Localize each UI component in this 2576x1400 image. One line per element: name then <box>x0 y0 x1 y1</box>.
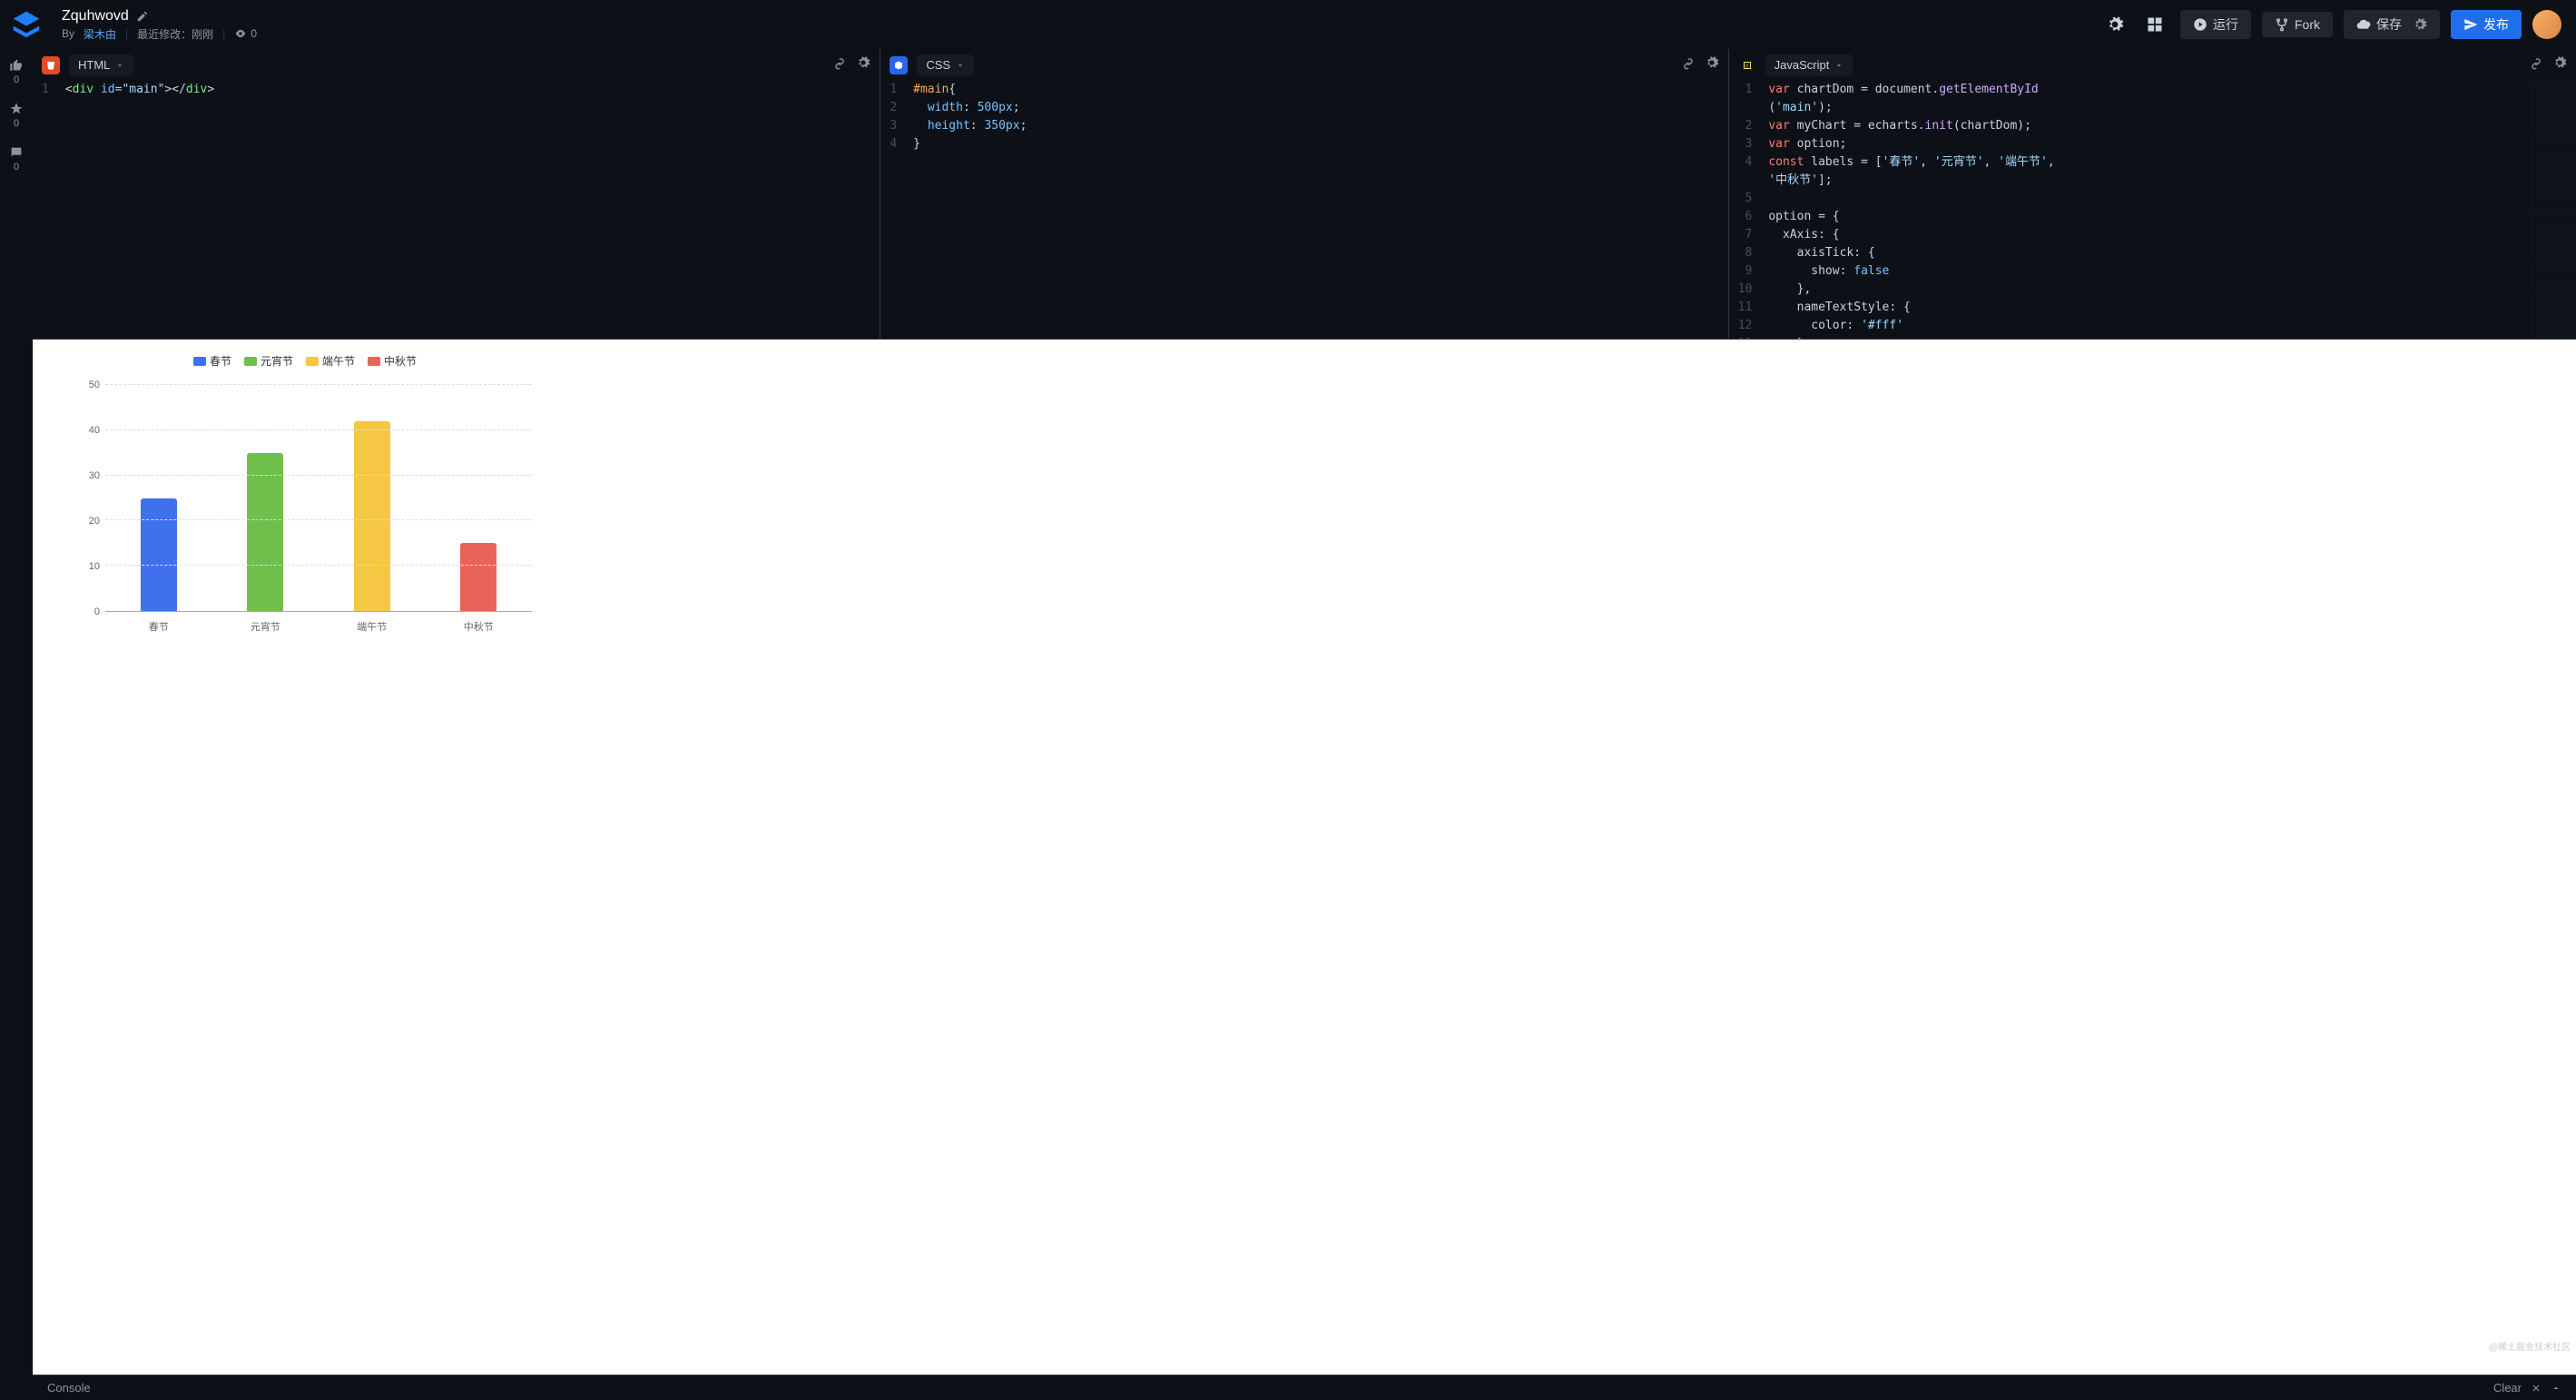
svg-text:{}: {} <box>1745 64 1749 69</box>
cloud-icon <box>2356 17 2371 32</box>
run-icon <box>2193 17 2207 32</box>
legend-item[interactable]: 春节 <box>193 353 231 369</box>
clear-button[interactable]: Clear <box>2493 1381 2522 1395</box>
css-icon <box>890 56 908 74</box>
js-editor[interactable]: 1 234 5678910111213 var chartDom = docum… <box>1729 81 2576 339</box>
bar[interactable] <box>354 421 390 611</box>
gear-icon[interactable] <box>856 55 870 74</box>
author-link[interactable]: 梁木由 <box>84 26 116 42</box>
js-pane: {} JavaScript 1 234 5678910111213 var ch… <box>1729 49 2576 339</box>
js-lang-select[interactable]: JavaScript <box>1765 54 1853 75</box>
by-label: By <box>62 27 74 40</box>
sidebar: 0 0 0 <box>0 49 33 1400</box>
css-editor[interactable]: 1234 #main{ width: 500px; height: 350px;… <box>880 81 1727 339</box>
star-icon <box>9 102 24 116</box>
run-button[interactable]: 运行 <box>2180 10 2251 39</box>
legend-item[interactable]: 端午节 <box>306 353 355 369</box>
bar[interactable] <box>247 453 283 611</box>
fork-icon <box>2275 17 2289 32</box>
close-icon[interactable] <box>2531 1383 2542 1394</box>
gear-icon[interactable] <box>2552 55 2567 74</box>
console-bar[interactable]: Console Clear <box>33 1375 2576 1400</box>
console-label: Console <box>47 1381 91 1395</box>
comment-button[interactable]: 0 <box>9 145 24 173</box>
bar[interactable] <box>460 543 497 611</box>
css-lang-select[interactable]: CSS <box>917 54 974 75</box>
chart: 春节元宵节端午节中秋节 01020304050 春节元宵节端午节中秋节 <box>78 353 532 671</box>
html-lang-select[interactable]: HTML <box>69 54 133 75</box>
view-count: 0 <box>251 27 257 40</box>
chevron-down-icon <box>956 61 965 70</box>
html-pane: HTML 1 <div id="main"></div> <box>33 49 880 339</box>
eye-icon <box>234 27 247 40</box>
save-settings-icon[interactable] <box>2413 17 2427 32</box>
gear-icon[interactable] <box>1705 55 1719 74</box>
legend-item[interactable]: 元宵节 <box>244 353 293 369</box>
minimap[interactable] <box>2531 81 2576 339</box>
chevron-down-icon <box>1834 61 1844 70</box>
send-icon <box>2463 17 2478 32</box>
link-icon[interactable] <box>832 55 847 74</box>
star-button[interactable]: 0 <box>9 102 24 129</box>
avatar[interactable] <box>2532 10 2561 39</box>
logo[interactable] <box>9 7 44 42</box>
expand-icon[interactable] <box>2551 1383 2561 1394</box>
save-button[interactable]: 保存 <box>2344 10 2440 39</box>
link-icon[interactable] <box>2529 55 2543 74</box>
thumb-icon <box>9 58 24 73</box>
editors: HTML 1 <div id="main"></div> CSS <box>33 49 2576 340</box>
link-icon[interactable] <box>1681 55 1696 74</box>
css-pane: CSS 1234 #main{ width: 500px; height: 35… <box>880 49 1728 339</box>
html-icon <box>42 56 60 74</box>
layout-icon[interactable] <box>2140 10 2169 39</box>
html-editor[interactable]: 1 <div id="main"></div> <box>33 81 880 339</box>
watermark: @稀土掘金技术社区 <box>2489 1339 2571 1353</box>
publish-button[interactable]: 发布 <box>2451 10 2522 39</box>
js-icon: {} <box>1738 56 1756 74</box>
project-title[interactable]: Zquhwovd <box>62 8 129 25</box>
legend-item[interactable]: 中秋节 <box>368 353 417 369</box>
like-button[interactable]: 0 <box>9 58 24 85</box>
header: Zquhwovd By 梁木由 | 最近修改：刚刚 | 0 运行 Fork 保存 <box>0 0 2576 49</box>
fork-button[interactable]: Fork <box>2262 12 2333 37</box>
comment-icon <box>9 145 24 160</box>
settings-icon[interactable] <box>2100 10 2129 39</box>
chevron-down-icon <box>115 61 124 70</box>
bar[interactable] <box>141 498 177 612</box>
preview: 春节元宵节端午节中秋节 01020304050 春节元宵节端午节中秋节 @稀土掘… <box>33 340 2576 1375</box>
edit-icon[interactable] <box>136 10 149 23</box>
